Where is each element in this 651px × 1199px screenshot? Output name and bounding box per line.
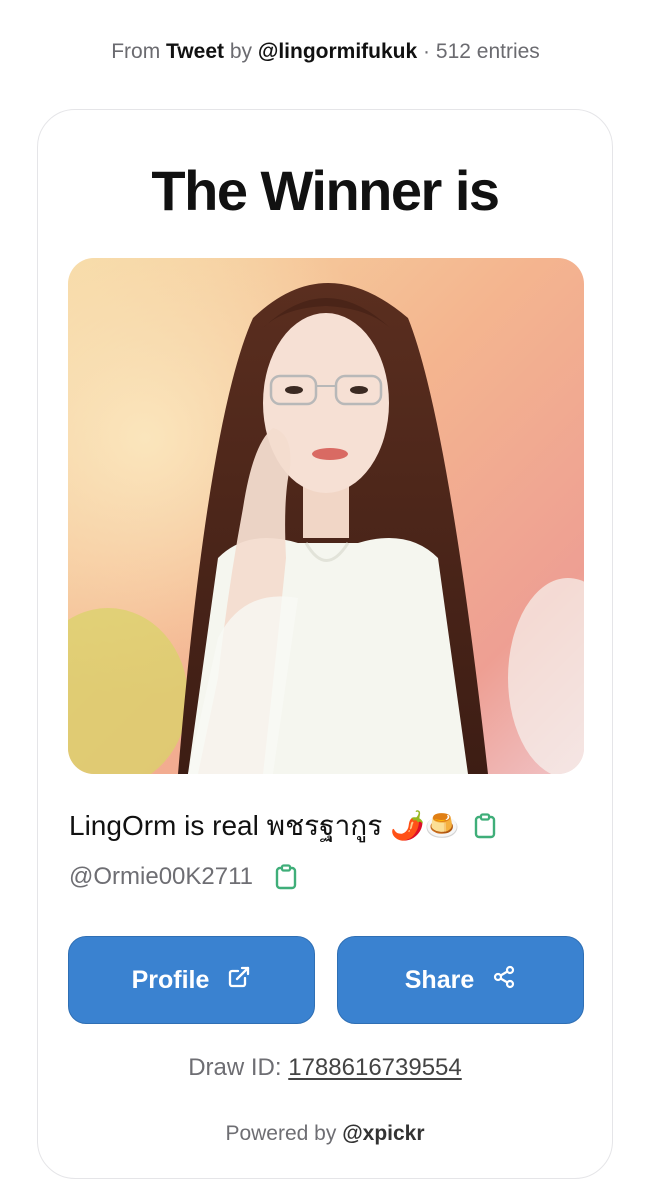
- winner-display-name: LingOrm is real พชรฐากูร 🌶️🍮: [69, 810, 460, 841]
- entries-count: 512 entries: [435, 40, 540, 63]
- profile-button[interactable]: Profile: [68, 936, 315, 1024]
- powered-by-brand-link[interactable]: @xpickr: [342, 1122, 424, 1145]
- clipboard-icon[interactable]: [474, 813, 496, 839]
- winner-handle-row: @Ormie00K2711: [69, 863, 297, 891]
- source-separator: ·: [423, 40, 431, 63]
- external-link-icon: [227, 965, 251, 996]
- winner-card: The Winner is LingOrm is real พชรฐากูร 🌶…: [37, 109, 613, 1179]
- draw-id-link[interactable]: 1788616739554: [288, 1054, 462, 1081]
- profile-button-label: Profile: [131, 965, 210, 994]
- source-prefix: From: [111, 40, 161, 63]
- clipboard-icon[interactable]: [275, 864, 297, 890]
- share-icon: [492, 965, 516, 996]
- source-line: From Tweet by @lingormifukuk · 512 entri…: [0, 40, 651, 64]
- source-kind-link[interactable]: Tweet: [166, 40, 224, 63]
- winner-photo: [68, 258, 584, 774]
- powered-by-prefix: Powered by: [225, 1122, 337, 1145]
- share-button[interactable]: Share: [337, 936, 584, 1024]
- winner-name-row: LingOrm is real พชรฐากูร 🌶️🍮: [69, 804, 496, 848]
- draw-id-line: Draw ID: 1788616739554: [38, 1054, 612, 1082]
- source-author-link[interactable]: @lingormifukuk: [258, 40, 417, 63]
- share-button-label: Share: [404, 965, 475, 994]
- source-by: by: [229, 40, 253, 63]
- headline: The Winner is: [151, 159, 500, 222]
- draw-id-label: Draw ID:: [188, 1054, 282, 1081]
- powered-by-line: Powered by @xpickr: [38, 1122, 612, 1146]
- winner-handle: @Ormie00K2711: [69, 863, 254, 890]
